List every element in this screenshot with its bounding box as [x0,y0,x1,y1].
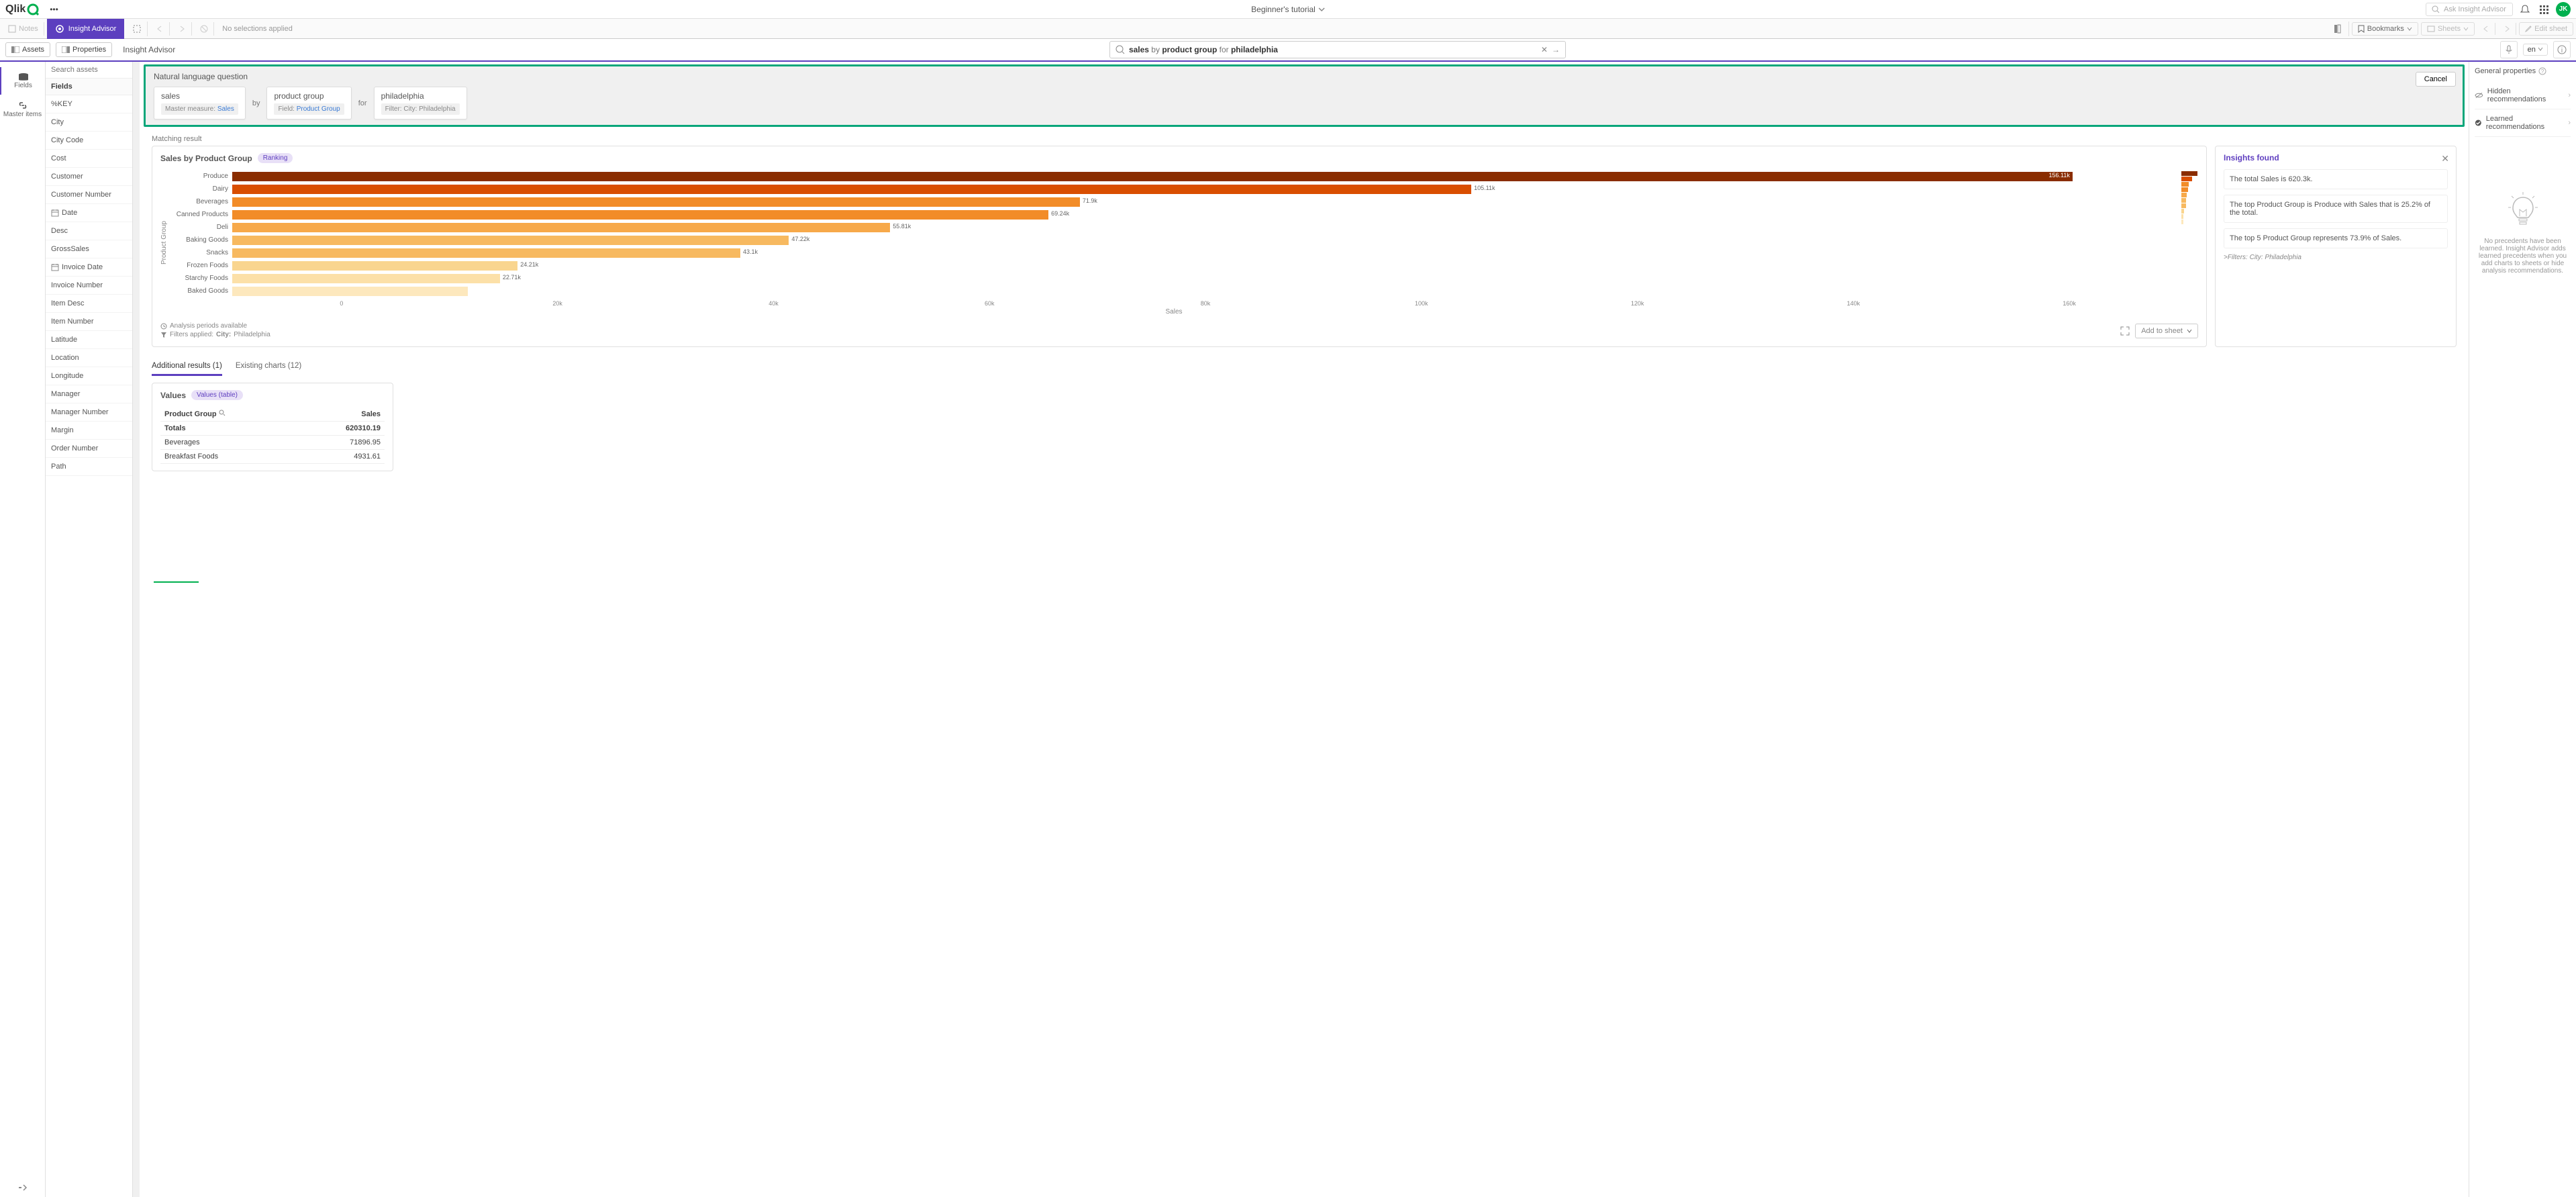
bar-row[interactable]: Produce156.11k [170,170,2177,183]
bar-row[interactable]: Deli55.81k [170,221,2177,234]
nav-tab-prepare[interactable]: Prepare Data manager [69,0,138,583]
bar-row[interactable]: Dairy105.11k [170,183,2177,195]
search-icon [2432,5,2440,13]
precedent-text: No precedents have been learned. Insight… [2477,238,2568,275]
y-axis-label: Product Group [160,221,168,265]
prev-sheet-icon [2477,23,2495,35]
x-tick: 20k [450,300,666,307]
search-icon [1116,45,1125,54]
x-axis-label: Sales [170,308,2177,316]
eye-off-icon [2475,91,2483,99]
general-properties-header: General properties ? [2475,67,2571,75]
chart-card: Sales by Product Group Ranking Product G… [152,146,2207,347]
bar-row[interactable]: Starchy Foods22.71k [170,272,2177,285]
assets-button[interactable]: Assets [5,42,50,57]
submit-icon[interactable]: → [1552,45,1560,54]
insights-card: Insights found ✕ The total Sales is 620.… [2215,146,2457,347]
chevron-down-icon [2538,46,2543,52]
chevron-down-icon [2463,26,2469,32]
close-icon[interactable]: ✕ [2441,153,2449,164]
db-icon [17,73,30,82]
language-select[interactable]: en [2523,44,2548,56]
learned-recommendations[interactable]: Learned recommendations › [2475,109,2571,137]
query-text: sales by product group for philadelphia [1129,45,1278,54]
check-circle-icon [2475,119,2482,127]
chevron-down-icon [1318,6,1325,13]
info-icon[interactable]: i [2553,41,2571,58]
x-tick: 120k [1530,300,1746,307]
bookmark-icon [2358,25,2365,33]
query-input[interactable]: sales by product group for philadelphia … [1109,41,1566,58]
bar-row[interactable]: Baking Goods47.22k [170,234,2177,246]
rail-master-items[interactable]: Master items [0,95,45,124]
bookmarks-button[interactable]: Bookmarks [2352,22,2418,36]
nlq-title: Natural language question [154,72,2455,81]
calendar-icon [51,209,59,217]
svg-text:?: ? [2541,68,2544,75]
bar-row[interactable]: Baked Goods [170,285,2177,297]
collapse-icon[interactable] [18,1184,28,1192]
panel-icon [11,46,19,53]
x-tick: 0 [234,300,450,307]
avatar[interactable]: JK [2556,2,2571,17]
clear-icon[interactable]: ✕ [1541,45,1548,54]
fullscreen-icon[interactable] [2120,326,2130,336]
hidden-recommendations[interactable]: Hidden recommendations › [2475,82,2571,109]
global-search-input[interactable]: Ask Insight Advisor [2426,3,2513,16]
mic-icon[interactable] [2500,41,2518,58]
col-sales[interactable]: Sales [299,407,385,422]
bar-row[interactable]: Canned Products69.24k [170,208,2177,221]
insight-icon [55,24,64,34]
x-tick: 80k [1097,300,1314,307]
insights-filter-note: >Filters: City: Philadelphia [2224,254,2448,261]
x-tick: 140k [1745,300,1961,307]
logo[interactable]: Qlik [5,3,39,15]
lightbulb-icon [2506,191,2540,231]
connector: by [252,99,260,107]
nlq-panel: Natural language question Cancel salesMa… [144,64,2465,127]
next-sheet-icon [2498,23,2516,35]
sheets-button[interactable]: Sheets [2421,22,2475,36]
bell-icon[interactable] [2518,3,2532,16]
link-icon [17,100,28,111]
chevron-down-icon [2407,26,2412,32]
sheets-icon [2427,26,2435,32]
rail-fields[interactable]: Fields [0,67,45,95]
cancel-button[interactable]: Cancel [2416,72,2456,87]
notes-icon [8,25,16,33]
help-icon[interactable]: ? [2538,67,2546,75]
nlq-token[interactable]: salesMaster measure: Sales [154,87,246,119]
notes-button[interactable]: Notes [3,22,44,36]
bar-row[interactable]: Snacks43.1k [170,246,2177,259]
x-tick: 60k [881,300,1097,307]
edit-sheet-button: Edit sheet [2519,22,2573,36]
selections-tool-icon[interactable] [2328,21,2349,36]
insight-item: The total Sales is 620.3k. [2224,169,2448,189]
bar-row[interactable]: Frozen Foods24.21k [170,259,2177,272]
insight-item: The top Product Group is Produce with Sa… [2224,195,2448,223]
matching-result-label: Matching result [152,135,2465,143]
x-tick: 40k [666,300,882,307]
more-menu-icon[interactable]: ••• [44,2,64,17]
x-tick: 160k [1961,300,2177,307]
connector: for [358,99,367,107]
add-to-sheet-button[interactable]: Add to sheet [2135,324,2198,338]
nlq-token[interactable]: product groupField: Product Group [266,87,351,119]
pencil-icon [2525,26,2532,32]
minimap[interactable] [2181,170,2198,316]
nlq-token[interactable]: philadelphiaFilter: City: Philadelphia [374,87,467,119]
grid-icon[interactable] [2537,3,2550,16]
chevron-down-icon [2187,328,2192,334]
bar-row[interactable]: Beverages71.9k [170,195,2177,208]
app-title[interactable]: Beginner's tutorial [1251,5,1325,14]
x-tick: 100k [1314,300,1530,307]
insight-item: The top 5 Product Group represents 73.9%… [2224,228,2448,248]
insights-title: Insights found [2224,153,2448,162]
ranking-badge: Ranking [258,153,293,163]
calendar-icon [51,263,59,271]
svg-text:i: i [2561,47,2563,54]
